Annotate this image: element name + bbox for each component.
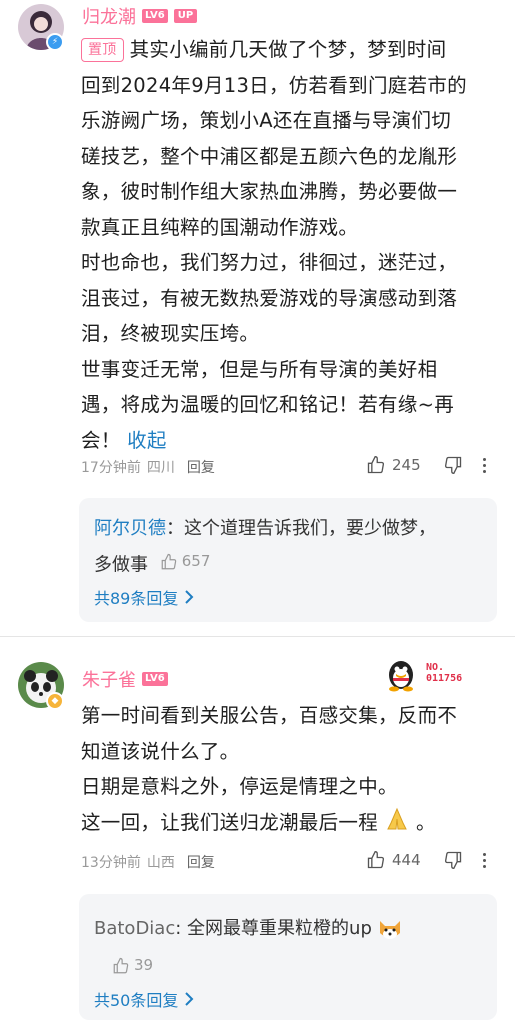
reply-button[interactable]: 回复	[187, 852, 215, 872]
like-button[interactable]: 444	[366, 850, 421, 870]
level-badge: LV6	[142, 9, 168, 23]
thumbs-down-icon[interactable]	[443, 850, 463, 870]
sub-reply-like-count: 657	[181, 552, 211, 570]
chevron-right-icon	[185, 590, 194, 604]
chevron-right-icon	[185, 992, 194, 1006]
comment-line: 知道该说什么了。	[81, 739, 240, 763]
comment-line: 其实小编前几天做了个梦，梦到时间	[129, 38, 447, 61]
fan-badge-label: NO.	[426, 662, 445, 673]
verified-badge-icon: ⚡	[46, 33, 64, 51]
total-replies-label: 共50条回复	[94, 991, 179, 1010]
like-count: 245	[392, 456, 421, 474]
shiba-dog-emoji-icon	[379, 920, 400, 939]
comment-text: 置顶 其实小编前几天做了个梦，梦到时间 回到2024年9月13日，仿若看到门庭若市…	[81, 32, 506, 458]
comment-line: 磋技艺，整个中浦区都是五颜六色的龙胤形	[81, 144, 458, 168]
comment-line: 沮丧过，有被无数热爱游戏的导演感动到落	[81, 286, 458, 310]
timestamp: 17分钟前	[81, 460, 141, 476]
sub-reply: BatoDiac: 全网最尊重果粒橙的up 39	[94, 912, 489, 986]
sub-reply-like[interactable]: 657	[160, 545, 211, 578]
thumbs-up-icon	[367, 455, 385, 474]
comment-line: 世事变迁无常，但是与所有导演的美好相	[81, 357, 438, 381]
verified-badge-icon: ◆	[46, 692, 64, 710]
comment-line: 会！	[81, 428, 121, 452]
comment-line: 乐游阙广场，策划小A还在直播与导演们切	[81, 109, 452, 132]
comment-line: 泪，终被现实压垮。	[81, 322, 260, 345]
username[interactable]: 朱子雀	[82, 666, 136, 692]
more-icon[interactable]	[482, 852, 486, 868]
more-icon[interactable]	[482, 457, 486, 473]
comment-line: 款真正且纯粹的国潮动作游戏。	[81, 215, 359, 239]
reply-button[interactable]: 回复	[187, 457, 215, 477]
comment-line: 第一时间看到关服公告，百感交集，反而不	[81, 704, 458, 727]
level-badge: LV6	[142, 672, 168, 686]
comment-line: 时也命也，我们努力过，徘徊过，迷茫过，	[81, 251, 458, 274]
view-all-replies[interactable]: 共89条回复	[94, 585, 194, 609]
comment-line: 日期是意料之外，停运是情理之中。	[81, 775, 398, 798]
fan-badge-number: 011756	[426, 673, 463, 684]
comment-line-end: 。	[416, 810, 436, 834]
thumbs-down-icon[interactable]	[443, 455, 463, 475]
comment-line: 这一回，让我们送归龙潮最后一程	[81, 810, 379, 834]
collapse-link[interactable]: 收起	[127, 429, 167, 452]
sub-reply-like-count: 39	[134, 956, 154, 974]
divider	[0, 636, 515, 637]
pinned-badge: 置顶	[81, 38, 124, 62]
like-count: 444	[392, 851, 421, 869]
thumbs-up-icon	[161, 553, 176, 569]
timestamp: 13分钟前	[81, 855, 141, 871]
comment-line: 遇，将成为温暖的回忆和铭记！若有缘~再	[81, 393, 455, 416]
pray-hands-emoji-icon	[382, 805, 412, 845]
location: 山西	[146, 855, 175, 871]
sub-reply-author[interactable]: BatoDiac	[94, 912, 175, 945]
comment-text: 第一时间看到关服公告，百感交集，反而不 知道该说什么了。 日期是意料之外，停运是…	[81, 698, 506, 844]
fan-badge: NO. 011756	[382, 654, 462, 692]
sub-reply-text: 多做事	[94, 554, 148, 576]
sub-reply: 阿尔贝德：这个道理告诉我们，要少做梦， 多做事 657	[94, 512, 489, 582]
total-replies-label: 共89条回复	[94, 589, 179, 608]
view-all-replies[interactable]: 共50条回复	[94, 987, 194, 1011]
sub-reply-box[interactable]: BatoDiac: 全网最尊重果粒橙的up 39 共50条回复	[79, 894, 497, 1020]
location: 四川	[146, 460, 175, 476]
sub-reply-text: : 全网最尊重果粒橙的up	[175, 918, 372, 939]
up-badge: UP	[173, 9, 198, 23]
sub-reply-like[interactable]: 39	[112, 949, 153, 982]
sub-reply-box[interactable]: 阿尔贝德：这个道理告诉我们，要少做梦， 多做事 657 共89条回复	[79, 498, 497, 622]
username[interactable]: 归龙潮	[82, 3, 136, 29]
thumbs-up-icon	[367, 850, 385, 869]
like-button[interactable]: 245	[366, 455, 421, 475]
penguin-icon	[389, 661, 413, 692]
comment-line: 回到2024年9月13日，仿若看到门庭若市的	[81, 73, 467, 97]
thumbs-up-icon	[113, 957, 129, 973]
comment-line: 象，彼时制作组大家热血沸腾，势必要做一	[81, 180, 458, 203]
sub-reply-author[interactable]: 阿尔贝德	[94, 518, 166, 539]
sub-reply-text: ：这个道理告诉我们，要少做梦，	[166, 518, 436, 539]
